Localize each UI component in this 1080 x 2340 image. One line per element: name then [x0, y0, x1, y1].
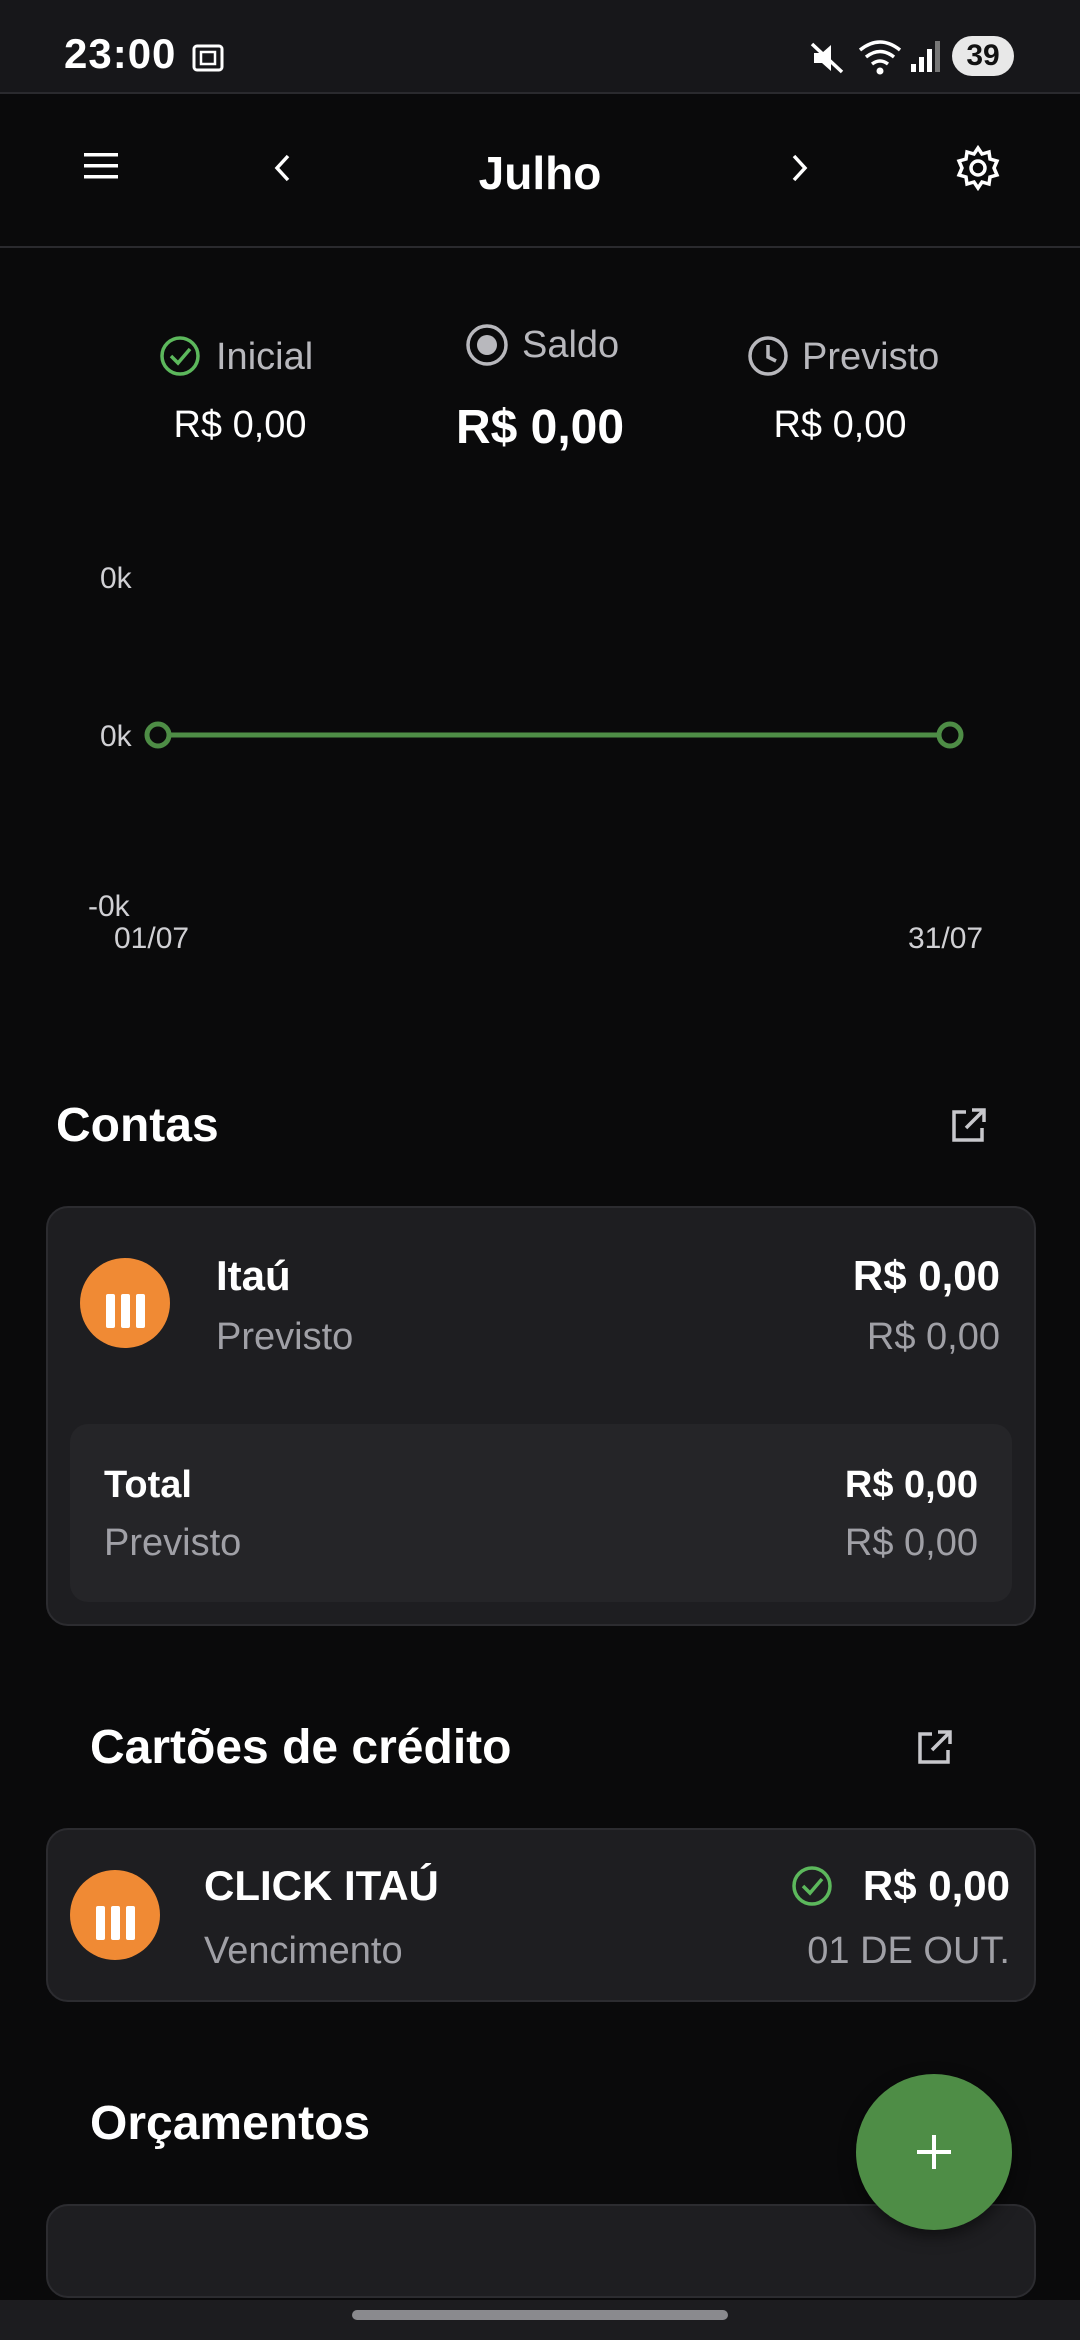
previsto-label: Previsto: [802, 336, 940, 378]
account-sub: Previsto: [216, 1316, 354, 1358]
next-month-button[interactable]: [784, 150, 814, 191]
wifi-icon: [856, 36, 904, 83]
month-title: Julho: [478, 147, 602, 199]
account-amount: R$ 0,00: [852, 1252, 1000, 1299]
inicial-label: Inicial: [216, 336, 314, 378]
system-nav-bar: [0, 2300, 1080, 2340]
total-sub: Previsto: [104, 1522, 242, 1564]
menu-icon[interactable]: [82, 150, 120, 187]
add-button[interactable]: [856, 2074, 1012, 2230]
accounts-section-title: Contas: [56, 1099, 219, 1152]
settings-gear-icon[interactable]: [954, 144, 1002, 197]
x-tick-start: 01/07: [114, 922, 190, 955]
previsto-clock-icon: [746, 334, 790, 383]
status-time: 23:00: [64, 30, 177, 77]
cards-section-title: Cartões de crédito: [90, 1721, 512, 1774]
card-due-date: 01 DE OUT.: [807, 1930, 1010, 1972]
cards-open-link-icon[interactable]: [912, 1726, 956, 1775]
accounts-open-link-icon[interactable]: [946, 1104, 990, 1153]
card-name: CLICK ITAÚ: [204, 1862, 439, 1909]
total-amount: R$ 0,00: [844, 1464, 978, 1506]
total-label: Total: [104, 1464, 192, 1506]
card-amount: R$ 0,00: [862, 1862, 1010, 1909]
inicial-value: R$ 0,00: [173, 404, 307, 446]
itau-bank-icon: [80, 1258, 170, 1348]
data-point-end: [936, 721, 964, 749]
plus-icon: [917, 2135, 951, 2169]
previous-month-button[interactable]: [268, 150, 298, 191]
account-name[interactable]: Itaú: [216, 1252, 291, 1300]
balance-line-chart: [144, 721, 964, 749]
total-forecast: R$ 0,00: [844, 1522, 978, 1564]
battery-indicator: 39: [952, 36, 1014, 76]
inicial-check-icon: [158, 334, 202, 383]
saldo-label: Saldo: [522, 324, 620, 366]
card-sub: Vencimento: [204, 1930, 403, 1972]
previsto-value: R$ 0,00: [773, 404, 907, 446]
budgets-section-title: Orçamentos: [90, 2097, 371, 2150]
account-forecast: R$ 0,00: [866, 1316, 1000, 1358]
saldo-value: R$ 0,00: [455, 401, 625, 454]
credit-card-item[interactable]: [46, 1828, 1036, 2002]
signal-icon: [910, 38, 940, 79]
mute-icon: [808, 38, 848, 83]
screenshot-icon: [188, 38, 228, 83]
itau-card-icon: [70, 1870, 160, 1960]
accounts-total-card: [70, 1424, 1012, 1602]
home-indicator[interactable]: [352, 2310, 728, 2320]
saldo-radio-icon: [464, 322, 510, 373]
data-point-start: [144, 721, 172, 749]
x-tick-end: 31/07: [908, 922, 984, 955]
